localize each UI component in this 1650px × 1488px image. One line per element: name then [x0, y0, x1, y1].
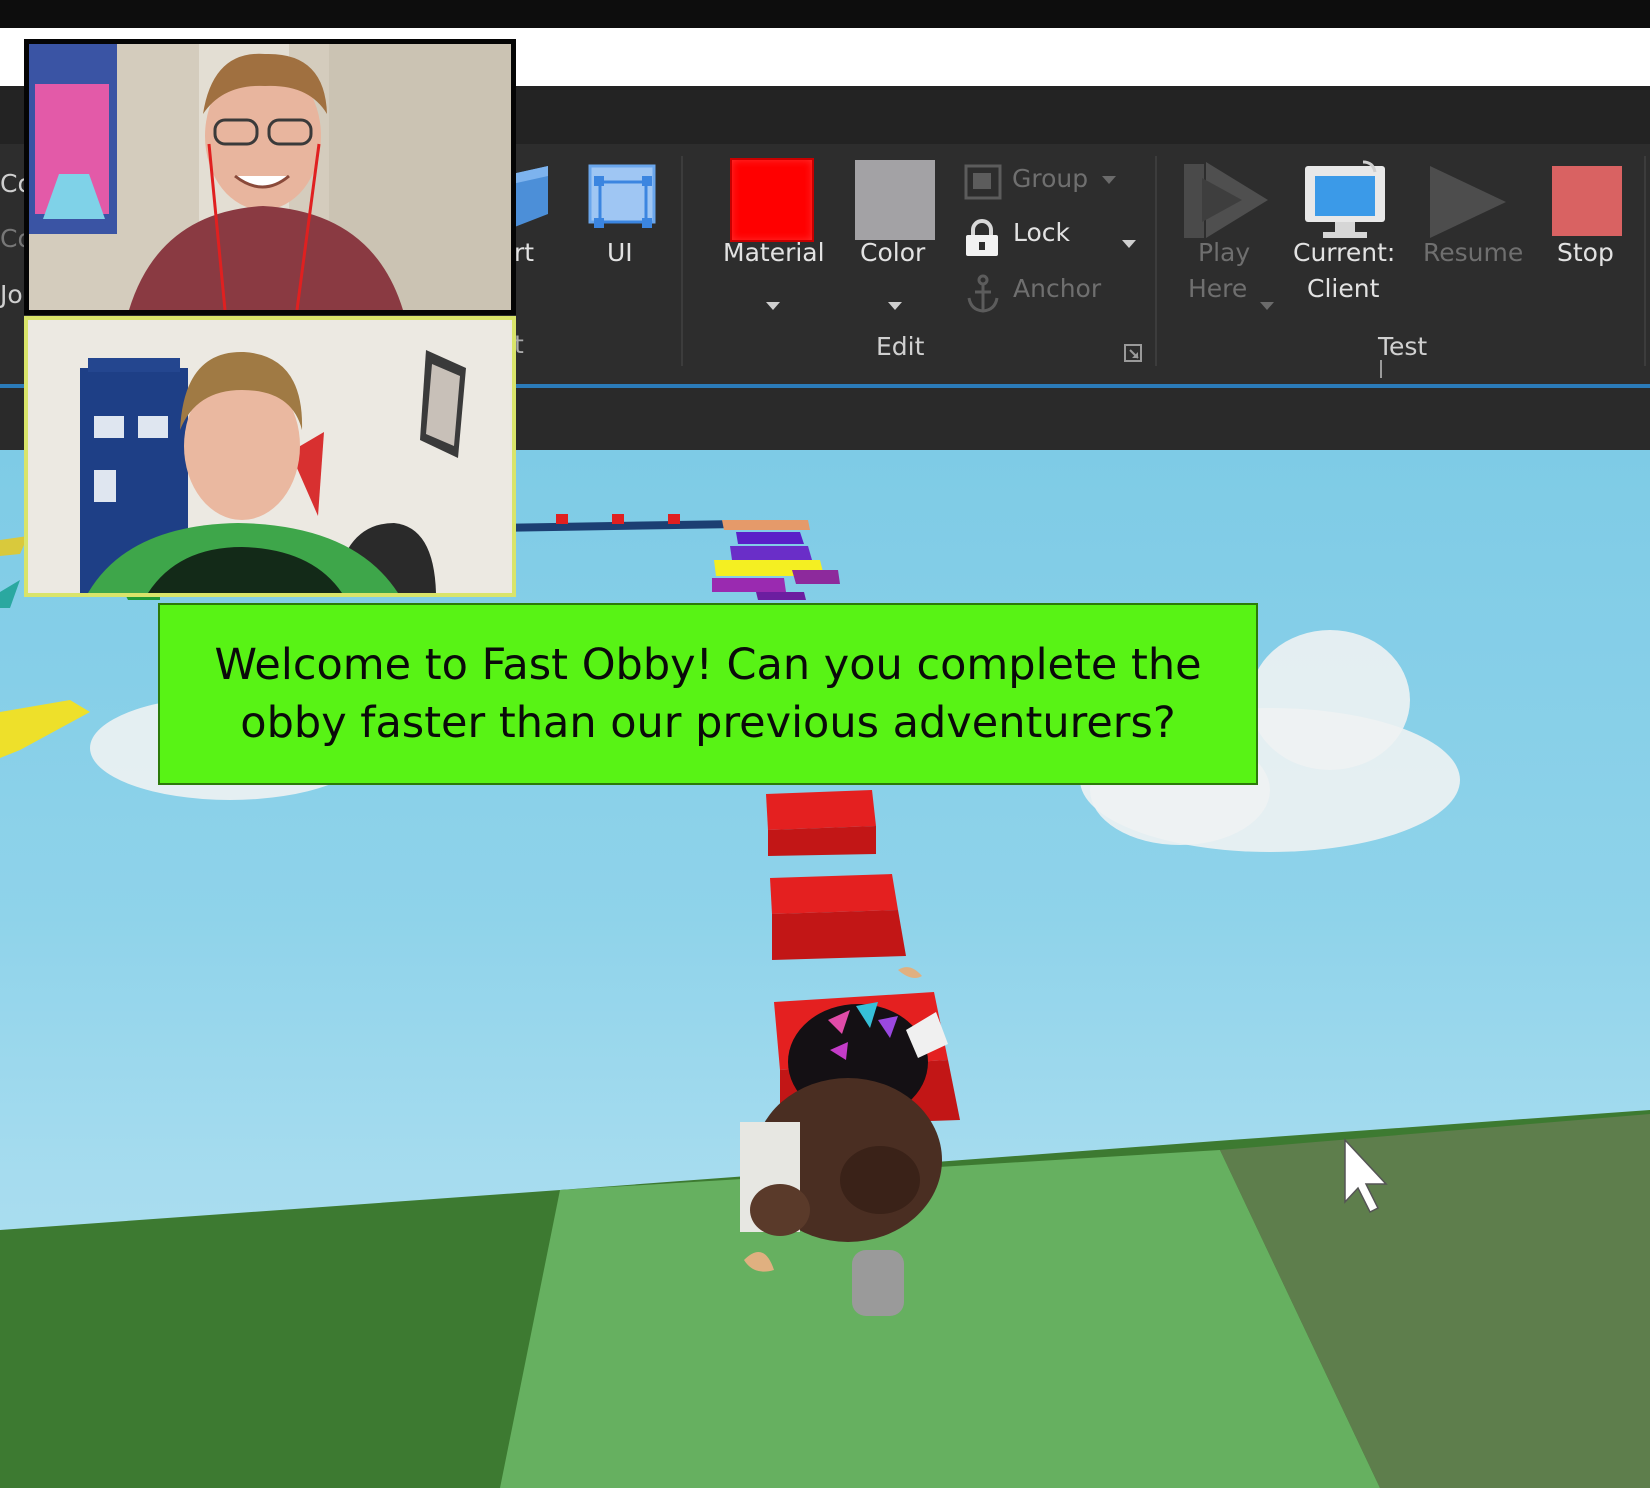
play-here-label[interactable]: Here — [1188, 274, 1247, 303]
ribbon-separator — [1380, 360, 1382, 378]
chevron-down-icon[interactable] — [766, 302, 780, 310]
chevron-down-icon[interactable] — [1102, 176, 1116, 184]
welcome-banner: Welcome to Fast Obby! Can you complete t… — [158, 603, 1258, 785]
color-button-label[interactable]: Color — [860, 238, 925, 267]
edit-section-label: Edit — [876, 332, 925, 361]
part-icon[interactable] — [512, 166, 548, 236]
anchor-icon[interactable] — [966, 274, 1000, 318]
ribbon-separator — [681, 156, 683, 366]
chevron-down-icon[interactable] — [888, 302, 902, 310]
webcam-video-student — [24, 316, 516, 597]
stop-icon[interactable] — [1552, 166, 1622, 236]
material-button-label[interactable]: Material — [723, 238, 825, 267]
play-here-icon[interactable] — [1184, 162, 1268, 244]
chevron-down-icon[interactable] — [1260, 302, 1274, 310]
anchor-button-label[interactable]: Anchor — [1013, 274, 1101, 303]
stop-button-label[interactable]: Stop — [1557, 238, 1614, 267]
expand-settings-icon[interactable] — [1124, 344, 1142, 366]
resume-button-label[interactable]: Resume — [1423, 238, 1523, 267]
lock-icon[interactable] — [962, 218, 1002, 262]
current-client-label[interactable]: Current: — [1293, 238, 1395, 267]
welcome-line-1: Welcome to Fast Obby! Can you complete t… — [214, 640, 1202, 690]
play-here-label[interactable]: Play — [1198, 238, 1250, 267]
test-section-label: Test — [1378, 332, 1428, 361]
material-swatch-icon[interactable] — [732, 160, 812, 240]
current-client-label[interactable]: Client — [1307, 274, 1379, 303]
current-client-icon[interactable] — [1305, 160, 1385, 248]
resume-icon[interactable] — [1430, 166, 1506, 242]
lock-button-label[interactable]: Lock — [1013, 218, 1070, 247]
ui-button-label[interactable]: UI — [607, 238, 633, 267]
ui-icon[interactable] — [584, 160, 660, 240]
ribbon-separator — [1155, 156, 1157, 366]
part-button-label[interactable]: rt — [514, 238, 534, 267]
welcome-line-2: obby faster than our previous adventurer… — [240, 698, 1176, 748]
group-button-label[interactable]: Group — [1012, 164, 1088, 193]
ribbon-separator — [1644, 156, 1646, 366]
screen-top-bar — [0, 0, 1650, 28]
color-swatch-icon[interactable] — [855, 160, 935, 240]
chevron-down-icon[interactable] — [1122, 240, 1136, 248]
group-icon[interactable] — [964, 164, 1002, 204]
webcam-video-tutor — [24, 39, 516, 315]
